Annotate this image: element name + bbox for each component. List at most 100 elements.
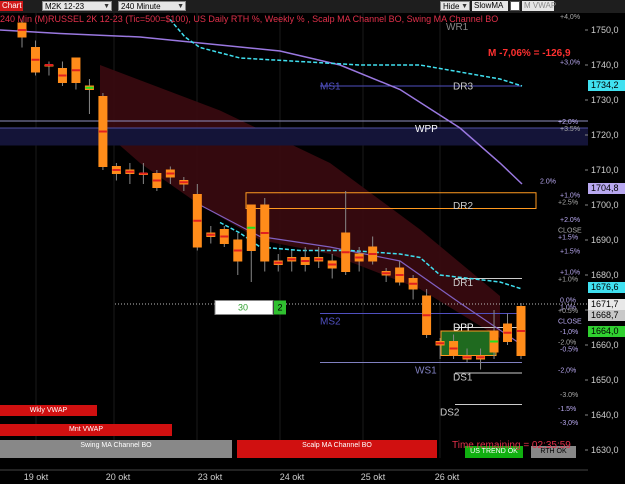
candle-marker [328,263,337,266]
candle-marker [58,74,67,77]
candle-marker [193,219,202,222]
time-remaining: Time remaining = 02:35:59 [452,440,571,451]
wpp-label: WPP [415,124,438,135]
candle-marker [71,69,80,72]
chevron-down-icon: ▼ [461,3,468,10]
pct-label: +3,0% [560,60,580,67]
candle-marker [152,179,161,182]
pct-label: 0,0% [560,298,576,305]
pct-label: CLOSE [558,319,582,326]
chevron-down-icon: ▼ [177,3,184,10]
chart-tab[interactable]: Chart [0,1,23,11]
vwap-button[interactable]: M VWAP [522,1,556,11]
candle-marker [449,347,458,350]
candle-marker [355,256,364,259]
ds2-label: DS2 [440,408,460,419]
price-tag: 1664,0 [588,326,625,337]
candle-marker [260,232,269,234]
pct-label: -2.0% [558,340,576,347]
price-tag: 1734,2 [588,80,625,92]
cyan-upper-band [169,19,523,87]
candle-marker [287,258,296,261]
ws1-label: WS1 [415,366,437,377]
candle-marker [98,130,107,133]
candle-marker [274,261,283,264]
time-axis-label: 20 okt [106,472,131,482]
indicator-title: 240 Min (M)RUSSEL 2K 12-23 (Tic=500=$100… [0,14,499,24]
pct-label: 2.0% [540,179,556,186]
ms1-label: MS1 [320,82,341,93]
candle-marker [314,258,323,261]
hide-label: Hide [443,2,460,11]
candle-marker [301,260,310,262]
price-axis-label: 1690,0 [591,235,619,245]
candle-marker [517,330,525,332]
candle-marker [247,226,256,229]
instrument-dropdown[interactable]: M2K 12-23 ▼ [42,1,112,11]
price-axis-label: 1630,0 [591,445,619,455]
candle-marker [85,86,94,89]
time-axis-label: 26 okt [435,472,460,482]
interval-label: 240 Minute [121,2,161,11]
price-axis-label: 1650,0 [591,375,619,385]
pct-label: +1.0% [558,277,578,284]
candle-marker [409,282,418,285]
candle-marker [112,169,121,171]
instrument-label: M2K 12-23 [45,2,85,11]
pct-label: -3,0% [560,420,578,427]
price-tag: 1671,7 [588,299,625,311]
candle-marker [436,342,445,345]
price-axis-label: 1730,0 [591,95,619,105]
hide-dropdown[interactable]: Hide ▼ [440,1,470,11]
wkly-vwap-button[interactable]: Wkly VWAP [0,405,97,416]
scalp-count: 2 [277,303,282,313]
price-axis-label: 1710,0 [591,165,619,175]
metric-label: M -7,06% = -126,9 [488,48,571,59]
mnt-vwap-button[interactable]: Mnt VWAP [0,424,172,436]
price-tag: 1704,8 [588,183,625,195]
candle-marker [395,274,404,276]
pct-label: CLOSE [558,228,582,235]
scalp-ma-button[interactable]: Scalp MA Channel BO [237,440,437,458]
time-axis-label: 23 okt [198,472,223,482]
pct-label: -0.5% [560,347,578,354]
pct-label: +0.5% [558,308,578,315]
candle-marker [31,58,40,61]
candle-marker [179,181,188,184]
interval-dropdown[interactable]: 240 Minute ▼ [118,1,186,11]
candle-marker [206,233,215,236]
candle-marker [166,172,175,175]
indicator-select[interactable]: SlowMA [472,1,508,11]
pct-label: +1,0% [560,270,580,277]
candle-marker [490,340,499,343]
candle-marker [382,272,391,275]
pct-label: +1,0% [560,193,580,200]
candle-marker [368,253,377,255]
pct-label: +2,0% [558,119,578,126]
pct-label: +2.5% [558,200,578,207]
candle-marker [503,331,512,334]
ms2-label: MS2 [320,317,341,328]
pct-label: -1.5% [558,406,576,413]
pct-label: +2.0% [560,217,580,224]
price-axis-label: 1700,0 [591,200,619,210]
scalp-value: 30 [238,303,248,313]
candle-marker [476,356,485,359]
candle-marker [463,356,472,359]
price-axis-label: 1660,0 [591,340,619,350]
pct-label: +4,0% [560,14,580,21]
time-axis-label: 19 okt [24,472,49,482]
dr2-label: DR2 [453,201,473,212]
chevron-down-icon: ▼ [103,3,110,10]
candle-marker [341,251,350,254]
ds1-label: DS1 [453,373,473,384]
price-axis-label: 1740,0 [591,60,619,70]
pct-label: +3.5% [560,126,580,133]
candle-marker [220,235,229,238]
pct-label: -2,0% [558,368,576,375]
swing-ma-button[interactable]: Swing MA Channel BO [0,440,232,458]
time-axis-label: 25 okt [361,472,386,482]
dr3-label: DR3 [453,82,473,93]
candle-marker [422,314,431,317]
vwap-checkbox[interactable] [510,1,520,11]
